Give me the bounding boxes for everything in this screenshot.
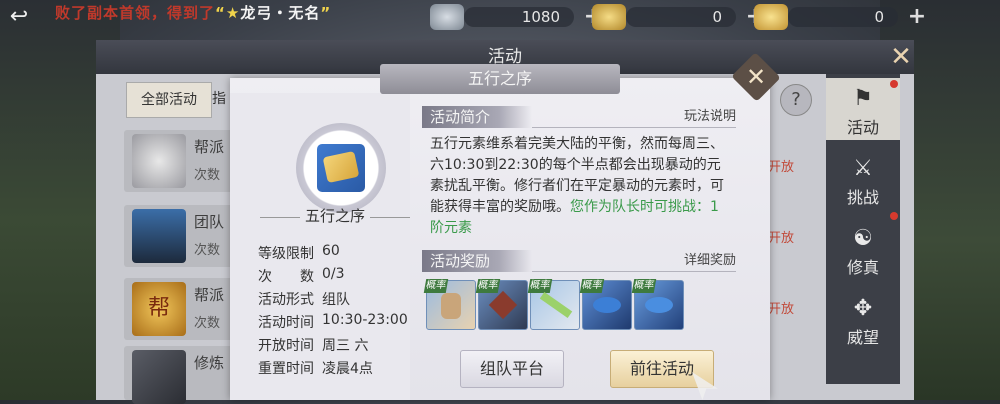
list-item[interactable]: 团队 次数	[124, 205, 234, 267]
reward-item[interactable]: 概率	[527, 279, 580, 330]
side-nav-label: 活动	[846, 118, 879, 137]
info-value: 周三 六	[322, 338, 369, 354]
info-value: 组队	[322, 292, 350, 308]
info-value: 10:30-23:00	[322, 312, 408, 328]
silver-ingot-icon	[430, 4, 464, 30]
list-item-name: 团队	[194, 213, 225, 231]
notification-dot	[890, 212, 898, 220]
crossed-swords-icon: ⚔	[853, 156, 873, 181]
probability-badge: 概率	[475, 279, 501, 293]
activity-window-close-button[interactable]: ✕	[884, 40, 918, 74]
reward-details-link[interactable]: 详细奖励	[684, 250, 736, 272]
add-currency-button[interactable]: +	[906, 6, 928, 28]
status-badge: 开放	[768, 302, 795, 317]
info-key: 次 数	[258, 269, 314, 285]
list-item-name: 帮派	[194, 286, 225, 304]
info-value: 60	[322, 243, 340, 259]
status-badge: 开放	[768, 160, 795, 175]
scroll-icon	[317, 144, 365, 192]
banner-icon: ⚑	[853, 86, 873, 111]
info-value: 0/3	[322, 266, 345, 282]
guild-seal-icon: 帮	[132, 282, 186, 336]
intro-title: 活动简介	[430, 108, 491, 126]
activity-detail-popup: 五行之序 等级限制 60 次 数 0/3 活动形式 组队 活动时间 10:30-…	[230, 64, 770, 400]
cube-icon	[132, 350, 186, 404]
activity-name: 五行之序	[304, 207, 365, 225]
reward-item[interactable]: 概率	[423, 279, 476, 330]
info-key: 活动时间	[258, 315, 314, 331]
side-nav-item-prestige[interactable]: ✥ 威望	[826, 288, 900, 350]
intro-section-header: 活动简介 玩法说明	[422, 106, 736, 128]
tab-all-activities[interactable]: 全部活动	[126, 82, 212, 118]
glove-icon	[441, 293, 461, 319]
activity-icon-frame	[296, 123, 386, 213]
divider	[370, 217, 410, 218]
side-nav-label: 修真	[846, 258, 879, 277]
gold-ingot-icon	[754, 4, 788, 30]
side-nav-label: 威望	[846, 328, 879, 347]
info-key: 活动形式	[258, 292, 314, 308]
list-item-name: 帮派	[194, 138, 225, 156]
side-nav: ⚑ 活动 ⚔ 挑战 ☯ 修真 ✥ 威望	[826, 74, 900, 384]
list-item-count: 次数	[194, 316, 221, 331]
sword-icon	[539, 291, 573, 319]
broadcast-open-quote: “	[215, 4, 226, 22]
intro-description: 五行元素维系着完美大陆的平衡，然而每周三、六10:30到22:30的每个半点都会…	[430, 134, 730, 239]
system-broadcast: 败了副本首领，得到了“★龙弓・无名”	[55, 2, 331, 24]
gold-ingot-icon	[592, 4, 626, 30]
popup-title: 五行之序	[467, 69, 532, 88]
info-key: 等级限制	[258, 246, 314, 262]
rewards-section-header: 活动奖励 详细奖励	[422, 250, 736, 272]
probability-badge: 概率	[631, 279, 657, 293]
blue-fish-icon	[645, 297, 673, 313]
reward-item[interactable]: 概率	[579, 279, 632, 330]
coin-emblem-icon	[132, 134, 186, 188]
side-nav-item-activity[interactable]: ⚑ 活动	[826, 78, 900, 140]
list-item-count: 次数	[194, 168, 221, 183]
status-badge: 开放	[768, 231, 795, 246]
list-item[interactable]: 修炼	[124, 346, 234, 404]
broadcast-prefix: 败了副本首领，得到了	[55, 4, 216, 22]
info-value: 凌晨4点	[322, 361, 373, 377]
back-arrow-icon[interactable]: ↩	[4, 4, 34, 30]
rules-link[interactable]: 玩法说明	[684, 106, 736, 128]
currency-value: 1080	[464, 7, 574, 27]
wings-icon: ✥	[853, 296, 873, 321]
probability-badge: 概率	[423, 279, 449, 293]
info-key: 重置时间	[258, 361, 314, 377]
popup-titlebar: 五行之序	[380, 64, 620, 94]
reward-item[interactable]: 概率	[475, 279, 528, 330]
armored-knight-icon	[132, 209, 186, 263]
list-item[interactable]: 帮 帮派 次数	[124, 278, 234, 340]
broadcast-close-quote: ”	[320, 4, 332, 22]
side-nav-item-cultivation[interactable]: ☯ 修真	[826, 218, 900, 280]
side-nav-label: 挑战	[846, 188, 879, 207]
star-icon: ★	[225, 4, 241, 22]
list-item-count: 次数	[194, 243, 221, 258]
tab-next[interactable]: 指	[212, 82, 232, 116]
currency-value: 0	[788, 7, 898, 27]
info-key: 开放时间	[258, 338, 314, 354]
list-item[interactable]: 帮派 次数	[124, 130, 234, 192]
help-button[interactable]: ?	[780, 84, 812, 116]
blue-fish-icon	[593, 297, 621, 313]
necklace-icon	[488, 290, 518, 320]
popup-left-panel: 五行之序 等级限制 60 次 数 0/3 活动形式 组队 活动时间 10:30-…	[230, 93, 410, 400]
broadcast-item: 龙弓・无名	[240, 4, 321, 22]
probability-badge: 概率	[579, 279, 605, 293]
reward-item[interactable]: 概率	[631, 279, 684, 330]
probability-badge: 概率	[527, 279, 553, 293]
currency-value: 0	[626, 7, 736, 27]
swirl-icon: ☯	[853, 226, 873, 251]
team-platform-button[interactable]: 组队平台	[460, 350, 564, 388]
list-item-name: 修炼	[194, 354, 225, 372]
notification-dot	[890, 80, 898, 88]
rewards-title: 活动奖励	[430, 252, 491, 270]
side-nav-item-challenge[interactable]: ⚔ 挑战	[826, 148, 900, 210]
close-icon: ✕	[745, 63, 767, 91]
top-bar: ↩ 败了副本首领，得到了“★龙弓・无名” 1080 + 0 + 0 +	[0, 0, 1000, 34]
